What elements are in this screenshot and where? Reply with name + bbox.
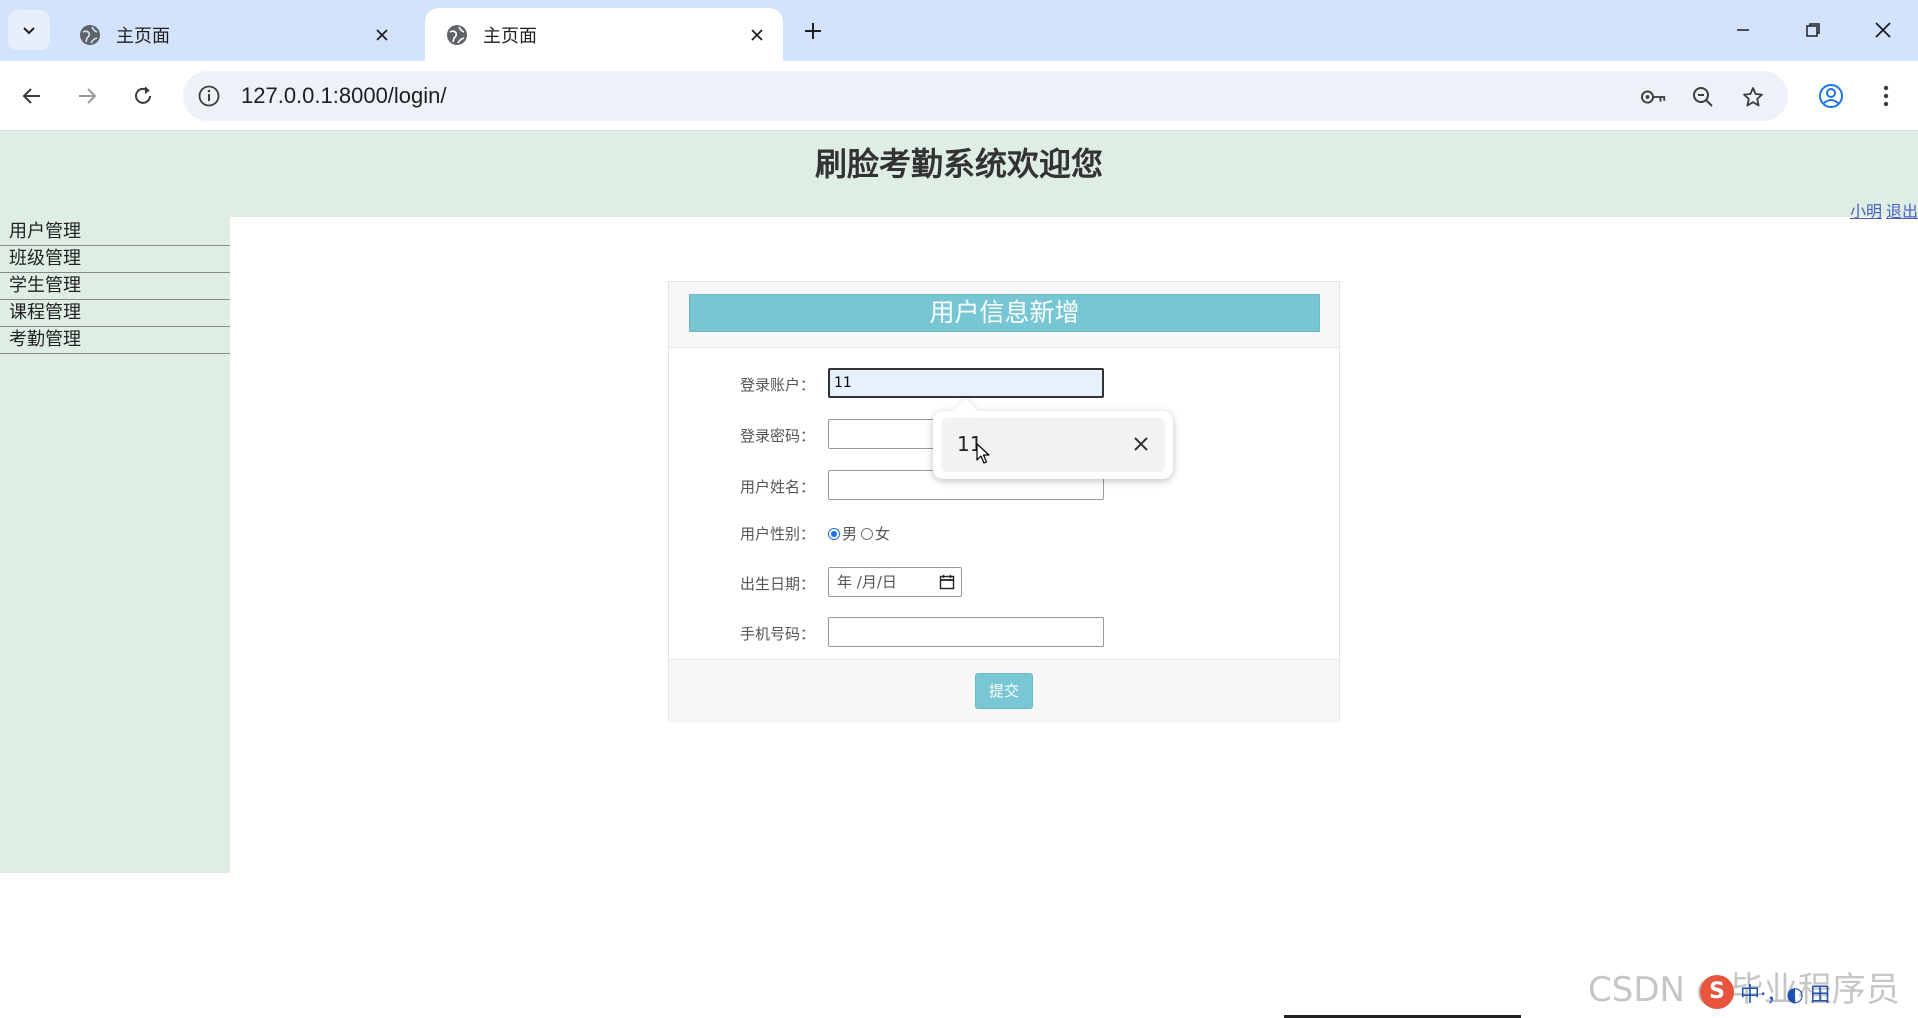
new-tab-button[interactable]	[797, 15, 829, 47]
birth-date-input[interactable]: 年 /月/日	[828, 567, 962, 597]
browser-tab-2-active[interactable]: 主页面	[425, 8, 783, 61]
close-icon	[1875, 22, 1891, 38]
sidebar-item-attendance-management[interactable]: 考勤管理	[0, 327, 230, 354]
restore-button[interactable]	[1788, 10, 1838, 50]
panel-header: 用户信息新增	[669, 282, 1339, 348]
user-add-form-panel: 用户信息新增 登录账户： 登录密码： 用户姓名： 用户性别： 男 女 出生日期：…	[668, 281, 1340, 723]
autofill-suggestion[interactable]: 11	[941, 418, 1165, 472]
tab-title: 主页面	[116, 25, 170, 47]
phone-label: 手机号码：	[739, 625, 815, 643]
sogou-logo-icon: S	[1700, 975, 1734, 1009]
phone-row: 手机号码：	[669, 617, 1339, 649]
profile-button[interactable]	[1813, 78, 1849, 114]
gender-female-radio[interactable]	[861, 527, 874, 540]
arrow-left-icon	[22, 88, 40, 104]
ime-toolbar[interactable]: S 中·，◐ 田	[1700, 972, 1918, 1012]
logout-link[interactable]: 退出	[1886, 202, 1918, 221]
close-icon[interactable]	[1131, 434, 1151, 454]
ime-status-text: 中·，◐ 田	[1740, 981, 1831, 1006]
menu-button[interactable]	[1868, 78, 1904, 114]
gender-label: 用户性别：	[739, 525, 815, 543]
back-button[interactable]	[14, 78, 50, 114]
gender-row: 用户性别： 男 女	[669, 517, 1339, 549]
birth-row: 出生日期： 年 /月/日	[669, 567, 1339, 599]
sidebar: 用户管理 班级管理 学生管理 课程管理 考勤管理	[0, 217, 230, 873]
close-window-button[interactable]	[1858, 10, 1908, 50]
browser-tabstrip: 主页面 主页面	[0, 0, 1918, 61]
page-title: 刷脸考勤系统欢迎您	[814, 145, 1103, 183]
url-text: 127.0.0.1:8000/login/	[241, 83, 447, 108]
browser-tab-1[interactable]: 主页面	[58, 8, 408, 61]
calendar-icon[interactable]	[939, 574, 955, 590]
globe-icon	[80, 24, 100, 45]
gender-male-radio[interactable]	[828, 527, 840, 540]
sidebar-item-user-management[interactable]: 用户管理	[0, 219, 230, 246]
sidebar-item-course-management[interactable]: 课程管理	[0, 300, 230, 327]
forward-button[interactable]	[69, 78, 105, 114]
tab-title: 主页面	[483, 25, 537, 47]
browser-toolbar: 127.0.0.1:8000/login/	[0, 61, 1918, 131]
tab-close-icon[interactable]	[745, 23, 769, 47]
autofill-popup: 11	[933, 411, 1173, 479]
globe-icon	[447, 24, 467, 45]
site-info-icon[interactable]	[197, 84, 221, 108]
chevron-down-icon	[23, 27, 35, 35]
gender-male-label: 男	[842, 525, 858, 543]
page-header: 刷脸考勤系统欢迎您 小明 退出	[0, 131, 1918, 221]
gender-female-label: 女	[875, 525, 891, 543]
more-vert-icon	[1883, 85, 1889, 107]
arrow-right-icon	[79, 88, 97, 104]
account-input[interactable]	[828, 368, 1104, 398]
restore-icon	[1806, 23, 1820, 37]
submit-button[interactable]: 提交	[975, 673, 1033, 709]
tab-search-button[interactable]	[8, 10, 50, 50]
sidebar-item-class-management[interactable]: 班级管理	[0, 246, 230, 273]
minimize-icon	[1737, 29, 1749, 31]
mouse-cursor-icon	[976, 443, 990, 464]
password-key-icon[interactable]	[1641, 84, 1667, 110]
zoom-icon[interactable]	[1690, 84, 1716, 110]
birth-label: 出生日期：	[739, 575, 815, 593]
minimize-button[interactable]	[1718, 10, 1768, 50]
gender-radio-group: 男 女	[828, 523, 890, 544]
account-row: 登录账户：	[669, 368, 1339, 400]
plus-icon	[805, 23, 821, 39]
user-links: 小明 退出	[1846, 198, 1918, 222]
reload-button[interactable]	[125, 78, 161, 114]
user-name-link[interactable]: 小明	[1850, 202, 1882, 221]
password-label: 登录密码：	[739, 427, 815, 445]
reload-icon	[135, 86, 151, 104]
phone-input[interactable]	[828, 617, 1104, 647]
form-title: 用户信息新增	[689, 294, 1320, 332]
panel-footer: 提交	[669, 659, 1339, 723]
address-bar[interactable]: 127.0.0.1:8000/login/	[183, 71, 1788, 121]
tab-close-icon[interactable]	[370, 23, 394, 47]
name-label: 用户姓名：	[739, 478, 815, 496]
birth-date-placeholder: 年 /月/日	[837, 573, 897, 591]
bookmark-star-icon[interactable]	[1740, 84, 1766, 110]
profile-icon	[1819, 84, 1843, 108]
sidebar-item-student-management[interactable]: 学生管理	[0, 273, 230, 300]
account-label: 登录账户：	[739, 376, 815, 394]
